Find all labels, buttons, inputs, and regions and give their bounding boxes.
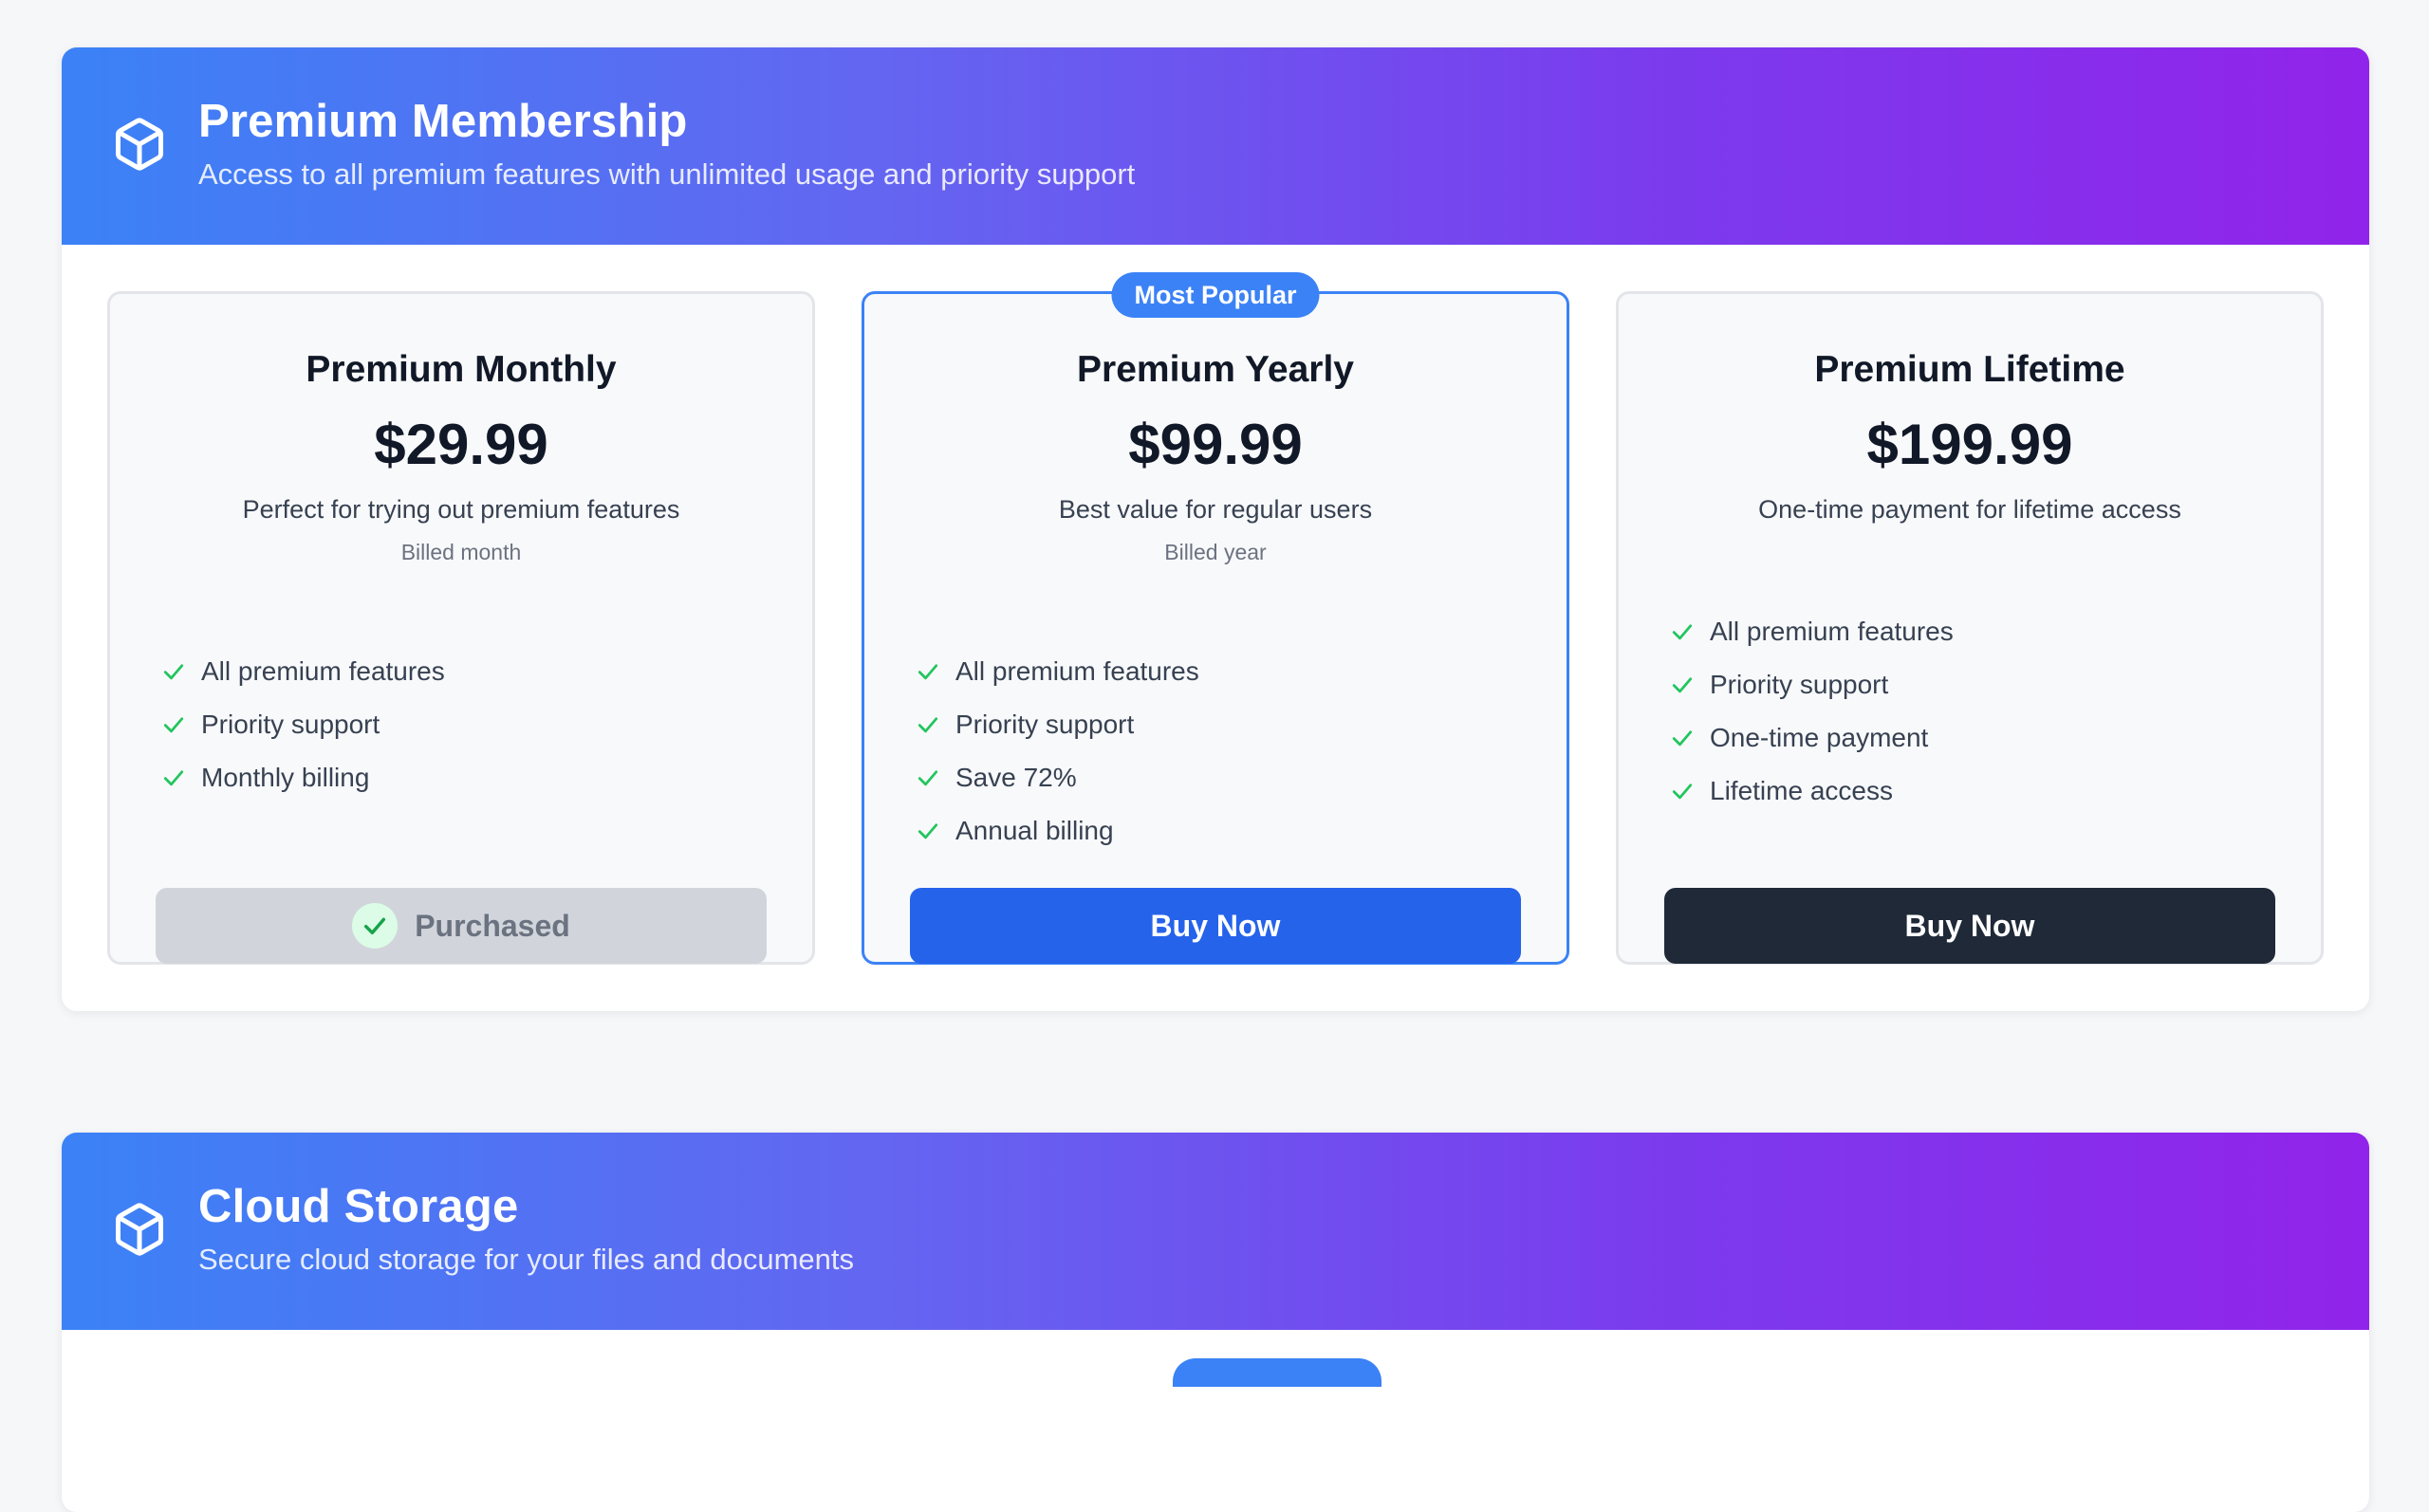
cloud-storage-section: Cloud Storage Secure cloud storage for y… xyxy=(62,1133,2369,1512)
feature-item: Save 72% xyxy=(914,751,1199,804)
feature-list: All premium features Priority support Mo… xyxy=(159,645,445,804)
plan-name: Premium Monthly xyxy=(306,349,617,390)
check-icon xyxy=(918,770,938,786)
check-icon xyxy=(1672,624,1693,640)
plan-card-yearly: Most Popular Premium Yearly $99.99 Best … xyxy=(862,272,1569,965)
feature-item: Annual billing xyxy=(914,804,1199,857)
feature-item: All premium features xyxy=(914,645,1199,698)
check-icon xyxy=(1672,677,1693,693)
most-popular-badge: Most Popular xyxy=(1111,272,1320,318)
check-circle-icon xyxy=(352,903,399,949)
plan-price: $199.99 xyxy=(1866,413,2073,476)
section-title: Cloud Storage xyxy=(198,1181,519,1232)
plan-description: One-time payment for lifetime access xyxy=(1758,495,2181,524)
check-icon xyxy=(918,717,938,733)
purchased-button[interactable]: Purchased xyxy=(156,888,767,964)
feature-label: Priority support xyxy=(955,710,1135,739)
feature-label: All premium features xyxy=(201,656,445,686)
section-title: Premium Membership xyxy=(198,96,688,147)
feature-label: Lifetime access xyxy=(1710,776,1893,805)
plan-description: Perfect for trying out premium features xyxy=(242,495,680,524)
feature-item: Priority support xyxy=(914,698,1199,751)
feature-label: Priority support xyxy=(201,710,380,739)
plan-card-monthly: Premium Monthly $29.99 Perfect for tryin… xyxy=(107,291,815,965)
section-banner: Premium Membership Access to all premium… xyxy=(62,47,2369,245)
feature-label: One-time payment xyxy=(1710,723,1929,752)
check-icon xyxy=(1672,784,1693,800)
feature-item: Priority support xyxy=(159,698,445,751)
check-icon xyxy=(1672,730,1693,747)
feature-item: Priority support xyxy=(1668,658,1954,711)
buy-now-button-lifetime[interactable]: Buy Now xyxy=(1664,888,2275,964)
feature-label: All premium features xyxy=(1710,617,1954,646)
feature-item: All premium features xyxy=(1668,605,1954,658)
check-icon xyxy=(918,664,938,680)
check-icon xyxy=(163,664,184,680)
section-subtitle: Access to all premium features with unli… xyxy=(198,157,1136,191)
button-label: Purchased xyxy=(415,908,570,943)
feature-item: All premium features xyxy=(159,645,445,698)
feature-item: Monthly billing xyxy=(159,751,445,804)
premium-membership-section: Premium Membership Access to all premium… xyxy=(62,47,2369,1011)
cube-icon xyxy=(116,1203,163,1256)
feature-label: All premium features xyxy=(955,656,1199,686)
check-icon xyxy=(163,717,184,733)
plan-billing-period: Billed month xyxy=(400,540,522,564)
feature-label: Save 72% xyxy=(955,763,1077,792)
button-label: Buy Now xyxy=(1150,908,1281,943)
button-label: Buy Now xyxy=(1904,908,2035,943)
plan-price: $99.99 xyxy=(1128,413,1303,476)
feature-label: Annual billing xyxy=(955,816,1114,845)
plan-card-lifetime: Premium Lifetime $199.99 One-time paymen… xyxy=(1616,291,2324,965)
plan-name: Premium Lifetime xyxy=(1814,349,2125,390)
cube-icon xyxy=(116,118,163,171)
plan-billing-period: Billed year xyxy=(1164,540,1267,564)
buy-now-button-yearly[interactable]: Buy Now xyxy=(910,888,1521,964)
most-popular-badge-partial xyxy=(1173,1358,1381,1387)
feature-item: One-time payment xyxy=(1668,711,1954,765)
feature-item: Lifetime access xyxy=(1668,765,1954,818)
section-subtitle: Secure cloud storage for your files and … xyxy=(198,1243,854,1276)
feature-label: Priority support xyxy=(1710,670,1889,699)
check-icon xyxy=(918,823,938,839)
feature-list: All premium features Priority support Sa… xyxy=(914,645,1199,857)
check-icon xyxy=(163,770,184,786)
plan-name: Premium Yearly xyxy=(1077,349,1354,390)
plan-description: Best value for regular users xyxy=(1058,495,1373,524)
feature-label: Monthly billing xyxy=(201,763,370,792)
section-banner: Cloud Storage Secure cloud storage for y… xyxy=(62,1133,2369,1330)
plan-price: $29.99 xyxy=(374,413,548,476)
feature-list: All premium features Priority support On… xyxy=(1668,605,1954,818)
